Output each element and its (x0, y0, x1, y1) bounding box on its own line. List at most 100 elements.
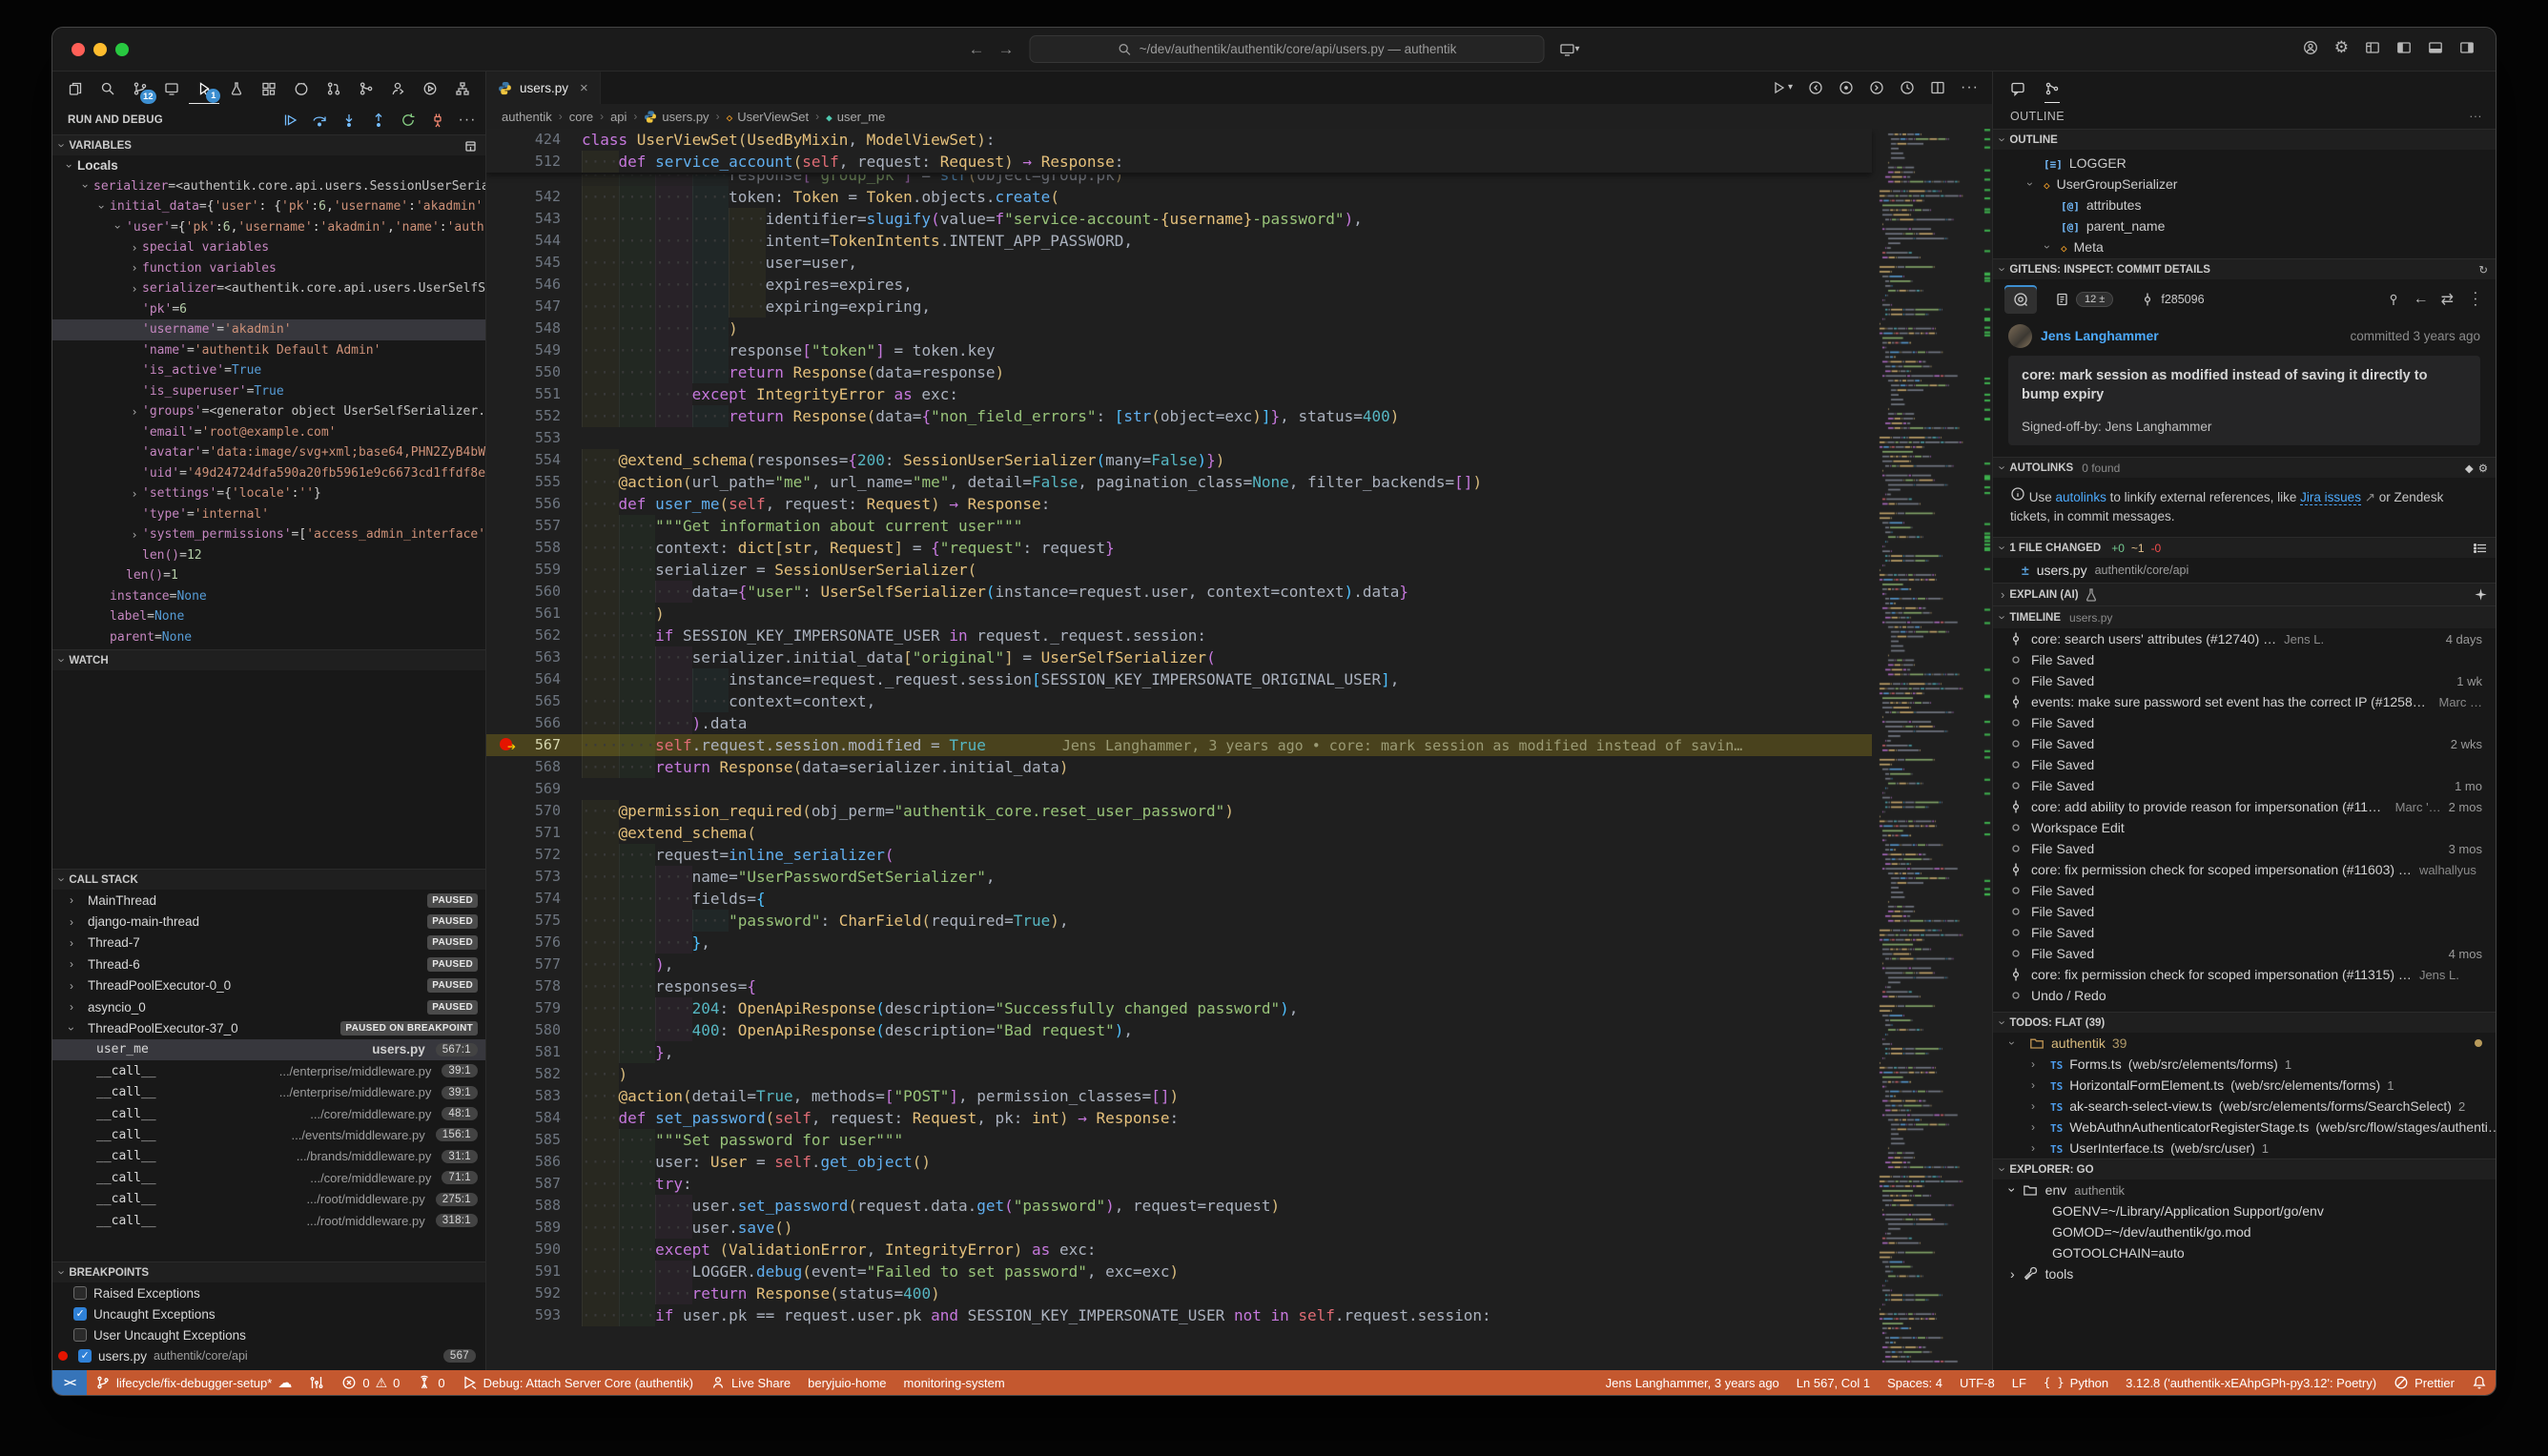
code-line[interactable]: 591············LOGGER.debug(event="Faile… (486, 1261, 1992, 1282)
activity-run-and-debug[interactable]: 1 (189, 73, 219, 104)
breakpoint-checkbox[interactable] (73, 1328, 87, 1342)
navigate-back-icon[interactable] (1808, 80, 1823, 95)
collapse-all-icon[interactable] (462, 138, 478, 154)
refresh-icon[interactable]: ↻ (2478, 263, 2488, 277)
variable-row[interactable]: len() = 1 (52, 565, 485, 586)
status-live-share[interactable]: Live Share (702, 1370, 799, 1395)
restart-button[interactable] (400, 112, 417, 129)
status-notifications[interactable] (2463, 1370, 2496, 1395)
code-line[interactable]: 542················token: Token = Token.… (486, 186, 1992, 208)
activity-explorer[interactable] (60, 73, 91, 104)
status-interpreter[interactable]: 3.12.8 ('authentik-xEAhpGPh-py3.12': Poe… (2117, 1370, 2385, 1395)
variable-row[interactable]: ›'user' = {'pk': 6, 'username': 'akadmin… (52, 217, 485, 238)
code-line[interactable]: 579············204: OpenApiResponse(desc… (486, 997, 1992, 1019)
remote-window-icon[interactable]: ▾ (1559, 42, 1579, 57)
breakpoint-row[interactable]: Uncaught Exceptions (52, 1303, 485, 1324)
explorer-go-header[interactable]: ›EXPLORER: GO (1993, 1159, 2496, 1179)
watch-header[interactable]: ›WATCH (52, 649, 485, 670)
variable-row[interactable]: label = None (52, 606, 485, 627)
go-tools-folder[interactable]: ›tools (1993, 1263, 2496, 1284)
thread-row[interactable]: ›ThreadPoolExecutor-37_0PAUSED ON BREAKP… (52, 1017, 485, 1038)
variable-row[interactable]: 'is_active' = True (52, 360, 485, 381)
code-line[interactable]: 571····@extend_schema( (486, 822, 1992, 844)
status-eol[interactable]: LF (2003, 1370, 2035, 1395)
variable-row[interactable]: 'uid' = '49d24724dfa590a20fb5961e9c6673c… (52, 463, 485, 484)
code-line[interactable]: 543····················identifier=slugif… (486, 208, 1992, 230)
variable-row[interactable]: ›function variables (52, 258, 485, 279)
stack-frame-row[interactable]: __call__.../enterprise/middleware.py39:1 (52, 1082, 485, 1103)
variable-row[interactable]: 'type' = 'internal' (52, 504, 485, 525)
code-line[interactable]: 590········except (ValidationError, Inte… (486, 1239, 1992, 1261)
code-line[interactable]: 555····@action(url_path="me", url_name="… (486, 471, 1992, 493)
code-line[interactable]: 565················context=context, (486, 690, 1992, 712)
code-line[interactable]: 549················response["token"] = t… (486, 339, 1992, 361)
timeline-item[interactable]: events: make sure password set event has… (1993, 691, 2496, 712)
outline-item-usergroupserializer[interactable]: ›◇UserGroupSerializer (1993, 174, 2496, 195)
tab-outline-icon[interactable] (2045, 74, 2060, 103)
stack-frame-row[interactable]: __call__.../core/middleware.py71:1 (52, 1167, 485, 1188)
todo-file-row[interactable]: ›TSForms.ts (web/src/elements/forms)1 (1993, 1054, 2496, 1075)
status-encoding[interactable]: UTF-8 (1951, 1370, 2003, 1395)
status-language[interactable]: { }Python (2035, 1370, 2117, 1395)
code-line[interactable]: 592············return Response(status=40… (486, 1282, 1992, 1304)
timeline-header[interactable]: ›TIMELINE users.py (1993, 605, 2496, 628)
variable-row[interactable]: 'avatar' = 'data:image/svg+xml;base64,PH… (52, 442, 485, 463)
outline-item-attributes[interactable]: [@]attributes (1993, 195, 2496, 215)
code-line[interactable]: 581········}, (486, 1041, 1992, 1063)
variables-scope-locals[interactable]: ›Locals (52, 155, 485, 176)
breadcrumb-item[interactable]: ◇UserViewSet (727, 110, 810, 124)
tab-comments-icon[interactable] (2010, 74, 2025, 103)
activity-source-control[interactable]: 12 (125, 73, 155, 104)
explain-ai-header[interactable]: ›EXPLAIN (AI) (1993, 583, 2496, 605)
more-editor-actions-icon[interactable]: ··· (1961, 80, 1979, 95)
disconnect-button[interactable] (429, 112, 446, 129)
more-actions-icon[interactable]: ··· (2469, 110, 2482, 123)
code-line[interactable]: 551············except IntegrityError as … (486, 383, 1992, 405)
code-area[interactable]: ················response["group_pk"] = s… (486, 129, 1992, 1370)
thread-row[interactable]: ›asyncio_0PAUSED (52, 996, 485, 1017)
code-line[interactable]: 576············}, (486, 932, 1992, 954)
code-line[interactable]: 560············data={"user": UserSelfSer… (486, 581, 1992, 603)
activity-extensions[interactable] (254, 73, 284, 104)
code-line[interactable]: 548················) (486, 318, 1992, 339)
timeline-item[interactable]: File Saved4 mos (1993, 943, 2496, 964)
continue-button[interactable] (281, 112, 298, 129)
code-line[interactable]: 570····@permission_required(obj_perm="au… (486, 800, 1992, 822)
activity-search[interactable] (92, 73, 123, 104)
step-over-button[interactable] (311, 112, 328, 129)
step-into-button[interactable] (340, 112, 358, 129)
breadcrumb-item[interactable]: users.py (644, 110, 709, 124)
toggle-panel-right-icon[interactable] (2459, 40, 2475, 55)
variable-row[interactable]: 'pk' = 6 (52, 299, 485, 320)
stack-frame-row[interactable]: __call__.../events/middleware.py156:1 (52, 1124, 485, 1145)
code-line[interactable]: 553 (486, 427, 1992, 449)
code-line[interactable]: 593········if user.pk == request.user.pk… (486, 1304, 1992, 1326)
stack-frame-row[interactable]: __call__.../brands/middleware.py31:1 (52, 1146, 485, 1167)
minimap[interactable] (1872, 129, 1992, 1370)
code-line[interactable]: 561········) (486, 603, 1992, 625)
navigate-forward-icon[interactable] (1869, 80, 1884, 95)
variable-row[interactable]: ›'groups' = <generator object UserSelfSe… (52, 401, 485, 422)
minimize-window-button[interactable] (93, 43, 107, 56)
timeline-item[interactable]: File Saved1 wk (1993, 670, 2496, 691)
code-line[interactable]: 587········try: (486, 1173, 1992, 1195)
timeline-item[interactable]: File Saved1 mo (1993, 775, 2496, 796)
stack-frame-row[interactable]: user_meusers.py567:1 (52, 1039, 485, 1060)
code-line[interactable]: 574············fields={ (486, 888, 1992, 910)
nav-forward-icon[interactable]: → (997, 40, 1014, 59)
toggle-panel-bottom-icon[interactable] (2428, 40, 2443, 55)
code-line[interactable]: 544····················intent=TokenInten… (486, 230, 1992, 252)
status-monitoring-system[interactable]: monitoring-system (895, 1370, 1014, 1395)
timeline-history-icon[interactable] (1900, 80, 1915, 95)
go-env-folder[interactable]: ›envauthentik (1993, 1179, 2496, 1200)
variable-row[interactable]: instance = None (52, 586, 485, 607)
breakpoint-row[interactable]: User Uncaught Exceptions (52, 1324, 485, 1345)
timeline-item[interactable]: File Saved (1993, 922, 2496, 943)
changed-file-row[interactable]: ± users.py authentik/core/api (1993, 558, 2496, 583)
code-line[interactable]: 547····················expiring=expiring… (486, 296, 1992, 318)
stack-frame-row[interactable]: __call__.../core/middleware.py48:1 (52, 1103, 485, 1124)
code-line[interactable]: 559········serializer = SessionUserSeria… (486, 559, 1992, 581)
variable-row[interactable]: ›serializer = <authentik.core.api.users.… (52, 176, 485, 197)
variable-row[interactable]: ›serializer = <authentik.core.api.users.… (52, 278, 485, 299)
code-line[interactable]: 562········if SESSION_KEY_IMPERSONATE_US… (486, 625, 1992, 646)
